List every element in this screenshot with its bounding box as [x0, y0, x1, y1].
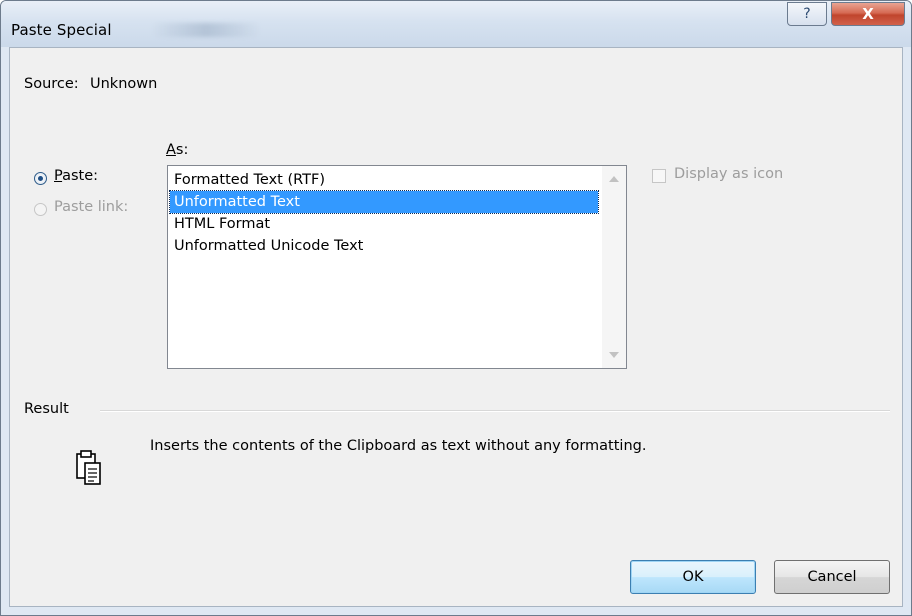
- display-as-icon-checkbox[interactable]: [652, 169, 666, 183]
- cancel-button[interactable]: Cancel: [774, 560, 890, 594]
- source-value: Unknown: [90, 76, 158, 92]
- blurred-title-region: [151, 23, 261, 37]
- question-mark-icon: ?: [803, 6, 811, 22]
- list-item[interactable]: HTML Format: [170, 213, 598, 235]
- source-label: Source:: [24, 76, 79, 92]
- display-as-icon-label[interactable]: Display as icon: [674, 166, 783, 182]
- result-heading: Result: [24, 401, 69, 417]
- scroll-down-arrow-icon[interactable]: [609, 352, 619, 358]
- result-description: Inserts the contents of the Clipboard as…: [150, 438, 647, 454]
- list-item[interactable]: Unformatted Unicode Text: [170, 235, 598, 257]
- list-item[interactable]: Formatted Text (RTF): [170, 169, 598, 191]
- clipboard-paste-icon: [76, 450, 101, 485]
- result-divider: [100, 410, 890, 412]
- listbox-scrollbar[interactable]: [602, 166, 626, 368]
- close-icon: X: [862, 5, 874, 23]
- title-bar[interactable]: Paste Special ? X: [1, 1, 911, 47]
- help-button[interactable]: ?: [787, 2, 827, 26]
- list-item-selected[interactable]: Unformatted Text: [169, 190, 599, 214]
- as-label-accelerator: A: [166, 142, 176, 158]
- paste-label-rest: aste:: [62, 168, 99, 184]
- scroll-up-arrow-icon[interactable]: [609, 176, 619, 182]
- format-listbox[interactable]: Formatted Text (RTF) Unformatted Text HT…: [167, 165, 627, 369]
- paste-link-label[interactable]: Paste link:: [54, 199, 128, 215]
- ok-button[interactable]: OK: [630, 560, 756, 594]
- close-button[interactable]: X: [831, 2, 905, 26]
- paste-radio-label[interactable]: Paste:: [54, 168, 98, 184]
- paste-special-dialog: Paste Special ? X Source: Unknown As: Pa…: [0, 0, 912, 616]
- paste-radio[interactable]: [34, 172, 47, 185]
- paste-link-radio[interactable]: [34, 203, 47, 216]
- window-title: Paste Special: [11, 21, 112, 39]
- dialog-body: Source: Unknown As: Paste: Paste link: F…: [9, 47, 903, 607]
- as-label: As:: [166, 142, 188, 158]
- as-label-rest: s:: [175, 142, 189, 158]
- paste-label-accelerator: P: [54, 168, 63, 184]
